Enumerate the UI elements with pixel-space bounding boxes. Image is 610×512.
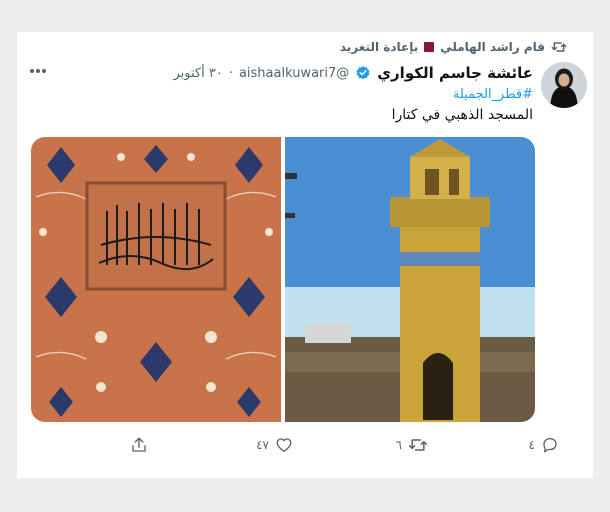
like-action[interactable]: ٤٧ [256,436,293,454]
tweet-header: عائشة جاسم الكواري @aishaalkuwari7 · ٣٠ … [57,62,533,84]
share-icon [132,437,146,452]
tweet-date[interactable]: ٣٠ أكتوبر [173,66,222,81]
share-action[interactable] [130,436,148,454]
hashtag-link[interactable]: #قطر_الجميلة [453,87,533,102]
avatar[interactable] [541,62,587,108]
retweet-label: بإعادة التغريد [339,40,419,54]
tweet-card[interactable]: قام راشد الهاملي بإعادة التغريد عائشة جا… [17,32,593,478]
retweet-icon [408,439,428,451]
action-bar: ٤ ٦ ٤٧ [17,436,593,456]
author-name[interactable]: عائشة جاسم الكواري [377,64,533,82]
like-count: ٤٧ [256,438,269,452]
retweet-count: ٦ [395,438,402,452]
author-handle[interactable]: @aishaalkuwari7 [239,66,349,81]
more-options-icon[interactable] [29,62,47,78]
retweet-action[interactable]: ٦ [396,436,428,454]
tweet-text: المسجد الذهبي في كتارا [391,107,533,123]
heart-icon [276,438,292,453]
reply-count: ٤ [528,438,535,452]
verified-badge-icon [356,66,370,80]
reply-action[interactable]: ٤ [529,436,559,454]
golden-minaret-image[interactable] [285,137,535,422]
tweet-media[interactable] [31,137,535,422]
separator-dot: · [228,65,233,81]
retweet-context: قام راشد الهاملي بإعادة التغريد [340,40,567,54]
reply-icon [543,437,557,453]
qatar-flag-icon [424,42,435,52]
tile-calligraphy-image[interactable] [31,137,281,422]
retweeter-name[interactable]: قام راشد الهاملي [440,40,545,54]
retweet-small-icon [551,42,567,52]
